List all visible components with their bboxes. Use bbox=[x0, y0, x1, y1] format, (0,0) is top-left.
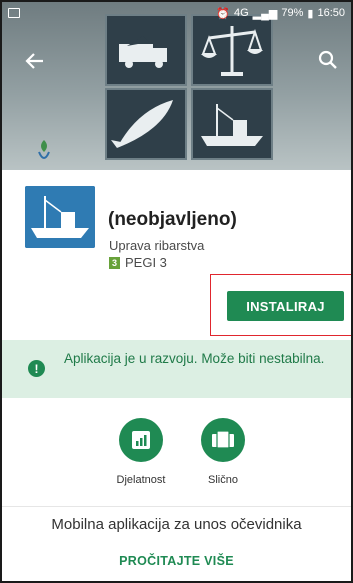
image-notification-icon bbox=[8, 8, 20, 18]
divider bbox=[2, 506, 351, 507]
install-button[interactable]: INSTALIRAJ bbox=[227, 291, 344, 321]
app-icon bbox=[25, 186, 95, 248]
app-description: Mobilna aplikacija za unos očevidnika bbox=[51, 516, 302, 533]
feature-graphic: ⏰ 4G ▂▄▆ 79% ▮ 16:50 bbox=[2, 2, 351, 170]
phone-screen: ⏰ 4G ▂▄▆ 79% ▮ 16:50 (neobjavljeno) Upra… bbox=[0, 0, 353, 583]
feature-label: Djelatnost bbox=[116, 474, 166, 486]
signal-icon: ▂▄▆ bbox=[252, 7, 278, 20]
truck-tile bbox=[105, 14, 187, 86]
status-bar: ⏰ 4G ▂▄▆ 79% ▮ 16:50 bbox=[2, 2, 351, 24]
feature-label: Slično bbox=[208, 474, 238, 486]
developer-link[interactable]: Uprava ribarstva bbox=[109, 238, 204, 253]
bar-chart-icon bbox=[119, 418, 163, 462]
exclamation-icon: ! bbox=[28, 360, 45, 377]
feature-similar[interactable]: Slično bbox=[188, 418, 258, 486]
battery-level: 79% bbox=[281, 7, 304, 19]
content-rating: 3 PEGI 3 bbox=[109, 255, 167, 270]
development-notice: ! Aplikacija je u razvoju. Može biti nes… bbox=[2, 340, 351, 398]
cards-icon bbox=[201, 418, 245, 462]
developer-logo-icon bbox=[36, 138, 52, 164]
read-more-button[interactable]: PROČITAJTE VIŠE bbox=[2, 554, 351, 568]
scales-tile bbox=[191, 14, 273, 86]
clock: 16:50 bbox=[317, 7, 345, 19]
alarm-icon: ⏰ bbox=[216, 7, 230, 20]
arrow-back-icon[interactable] bbox=[24, 50, 46, 72]
search-icon[interactable] bbox=[317, 49, 339, 71]
boat-tile bbox=[191, 88, 273, 160]
feature-activity[interactable]: Djelatnost bbox=[106, 418, 176, 486]
notice-text: Aplikacija je u razvoju. Može biti nesta… bbox=[64, 351, 325, 366]
pegi-badge-icon: 3 bbox=[109, 256, 120, 269]
battery-icon: ▮ bbox=[307, 7, 314, 20]
app-title: (neobjavljeno) bbox=[108, 209, 237, 230]
network-indicator: 4G bbox=[233, 7, 249, 19]
fish-tile bbox=[105, 88, 187, 160]
content-rating-label: PEGI 3 bbox=[125, 255, 167, 270]
